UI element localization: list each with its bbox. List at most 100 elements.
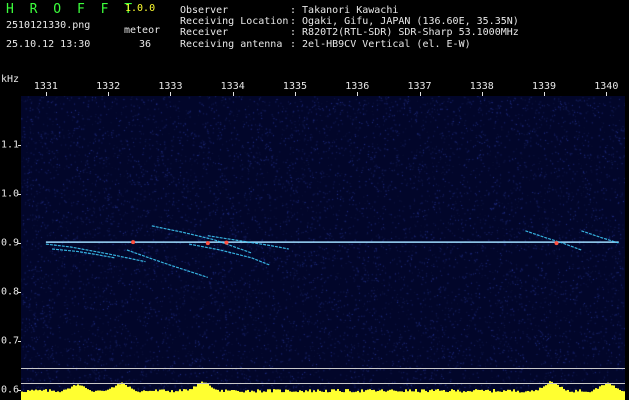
activity-bar-segment	[281, 392, 283, 400]
activity-bar-segment	[315, 391, 317, 400]
activity-bar-segment	[87, 389, 89, 400]
activity-bar-segment	[463, 391, 465, 400]
activity-bar-segment	[245, 390, 247, 400]
activity-bar-segment	[199, 383, 201, 400]
activity-bar-segment	[287, 389, 289, 400]
activity-bar-segment	[359, 392, 361, 400]
meteor-trace	[45, 243, 146, 263]
activity-bar-segment	[483, 390, 485, 400]
activity-bar-segment	[395, 390, 397, 400]
activity-bar-segment	[573, 392, 575, 400]
activity-bar-segment	[547, 384, 549, 400]
activity-bar-segment	[411, 391, 413, 400]
activity-bar-segment	[353, 392, 355, 400]
activity-bar-segment	[459, 391, 461, 400]
activity-bar-segment	[551, 381, 553, 400]
activity-bar-segment	[593, 389, 595, 400]
activity-bar-segment	[587, 391, 589, 400]
activity-bar-segment	[521, 392, 523, 400]
activity-bar-segment	[335, 390, 337, 400]
activity-bar-segment	[441, 390, 443, 400]
activity-bar-segment	[203, 382, 205, 400]
meteor-trace	[151, 225, 252, 254]
activity-bar-segment	[331, 389, 333, 400]
activity-bar-segment	[259, 390, 261, 400]
activity-bar-segment	[465, 391, 467, 400]
activity-bar-segment	[517, 390, 519, 400]
activity-bar-segment	[41, 390, 43, 400]
activity-bar-segment	[63, 389, 65, 400]
activity-bar-segment	[601, 385, 603, 400]
echo-hot-spot	[205, 241, 210, 246]
activity-bar-segment	[33, 390, 35, 400]
activity-bar-segment	[153, 390, 155, 400]
activity-bar-segment	[265, 391, 267, 400]
activity-bar-segment	[175, 391, 177, 400]
activity-bar-segment	[399, 391, 401, 400]
activity-bar-segment	[279, 389, 281, 400]
activity-bar-segment	[387, 390, 389, 400]
meteor-trace	[188, 243, 271, 266]
activity-bar-segment	[217, 389, 219, 400]
activity-bar-segment	[615, 388, 617, 400]
activity-bar-segment	[445, 391, 447, 400]
activity-bar-segment	[307, 391, 309, 400]
activity-bar-segment	[429, 390, 431, 400]
activity-bar-segment	[621, 390, 623, 400]
activity-bar-segment	[575, 389, 577, 400]
activity-bar-segment	[167, 390, 169, 400]
activity-bar-segment	[493, 389, 495, 400]
activity-bar-segment	[355, 391, 357, 400]
activity-bar-segment	[103, 391, 105, 400]
hroft-screen: H R O F F T 1.0.0 2510121330.png meteor …	[0, 0, 629, 400]
activity-bar-segment	[415, 389, 417, 400]
activity-bar-segment	[189, 389, 191, 400]
activity-bar-segment	[457, 389, 459, 400]
activity-bar-segment	[363, 391, 365, 400]
activity-bar-segment	[191, 389, 193, 400]
activity-bar-segment	[85, 387, 87, 400]
activity-bar-segment	[313, 390, 315, 400]
activity-bar-segment	[543, 386, 545, 400]
activity-bar-segment	[141, 391, 143, 400]
activity-bar-segment	[609, 383, 611, 400]
activity-bar-segment	[253, 391, 255, 400]
activity-bar-segment	[559, 387, 561, 400]
activity-bar-segment	[123, 383, 125, 400]
meteor-trace	[581, 230, 619, 244]
activity-bar-segment	[491, 392, 493, 400]
echo-hot-spot	[224, 240, 229, 245]
activity-bar-segment	[75, 385, 77, 400]
activity-bar-segment	[71, 386, 73, 400]
activity-bar-segment	[481, 389, 483, 400]
activity-bar-segment	[501, 391, 503, 400]
activity-bar-segment	[385, 391, 387, 400]
activity-bar-segment	[311, 392, 313, 400]
activity-bar-segment	[183, 389, 185, 400]
activity-bar-segment	[285, 389, 287, 400]
activity-bar-segment	[89, 390, 91, 400]
activity-bar-segment	[477, 389, 479, 400]
activity-bar-segment	[73, 385, 75, 400]
activity-bar-segment	[125, 385, 127, 400]
activity-bar-segment	[251, 390, 253, 400]
activity-bar-segment	[67, 388, 69, 400]
activity-bar-segment	[65, 389, 67, 400]
activity-bar-segment	[585, 391, 587, 400]
activity-bar-segment	[161, 389, 163, 400]
activity-bar-segment	[511, 391, 513, 400]
activity-bar-segment	[569, 391, 571, 400]
activity-bar-segment	[303, 392, 305, 400]
activity-bar-segment	[163, 389, 165, 400]
activity-bar-segment	[591, 391, 593, 400]
activity-bar-segment	[435, 389, 437, 400]
activity-bar-segment	[225, 389, 227, 400]
activity-bar-segment	[613, 385, 615, 400]
activity-bar-segment	[277, 389, 279, 400]
activity-bar-segment	[571, 391, 573, 400]
activity-bar-segment	[447, 392, 449, 400]
activity-bar-segment	[451, 389, 453, 400]
activity-bar-segment	[475, 389, 477, 400]
activity-bar-segment	[519, 392, 521, 400]
activity-bar-segment	[223, 391, 225, 400]
